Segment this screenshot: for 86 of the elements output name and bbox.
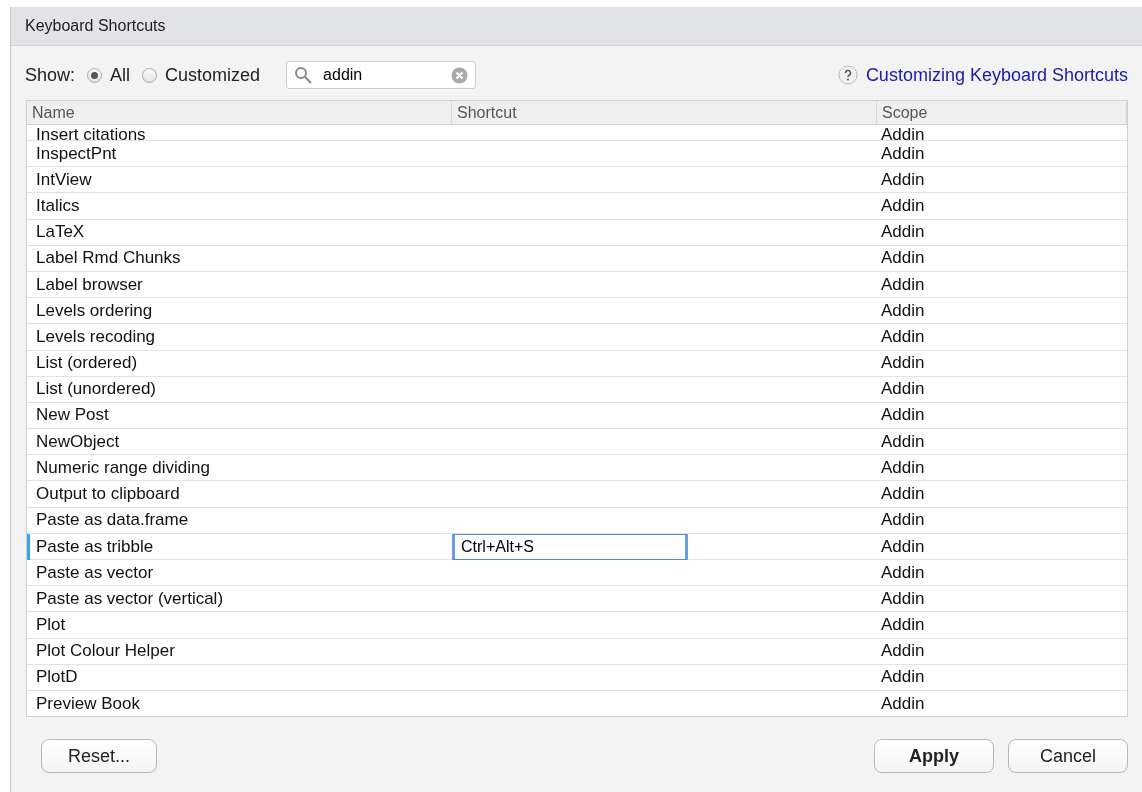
table-cell-text: Plot bbox=[35, 614, 67, 635]
table-cell-text: Addin bbox=[880, 693, 926, 714]
table-cell-text: Label browser bbox=[35, 274, 144, 295]
table-cell-text: Addin bbox=[880, 536, 926, 557]
table-cell-text: Output to clipboard bbox=[35, 484, 181, 505]
table-cell-text: Paste as vector bbox=[35, 562, 155, 583]
table-cell-text: Addin bbox=[880, 125, 926, 140]
table-cell-text: Paste as tribble bbox=[35, 536, 155, 557]
table-cell-text: Addin bbox=[880, 143, 926, 164]
table-cell-text: PlotD bbox=[35, 667, 79, 688]
table-row[interactable]: List (ordered) Addin bbox=[27, 350, 1127, 377]
table-cell-text: InspectPnt bbox=[35, 143, 118, 164]
table-cell-text: Label Rmd Chunks bbox=[35, 248, 182, 269]
help-link[interactable]: Customizing Keyboard Shortcuts bbox=[865, 64, 1128, 86]
table-cell-text: Addin bbox=[880, 614, 926, 635]
table-row[interactable]: Plot Addin bbox=[27, 612, 1127, 639]
table-cell-text: LaTeX bbox=[35, 222, 86, 243]
table-row[interactable]: Preview Book Addin bbox=[27, 690, 1127, 716]
table-row[interactable]: Levels recoding Addin bbox=[27, 324, 1127, 351]
column-header[interactable]: Scope bbox=[877, 101, 1127, 124]
table-cell-text: Addin bbox=[880, 300, 926, 321]
table-cell-text: Addin bbox=[880, 169, 926, 190]
radio-label[interactable]: All bbox=[110, 64, 131, 86]
help-icon[interactable] bbox=[837, 65, 858, 85]
table-row[interactable]: Numeric range dividing Addin bbox=[27, 455, 1127, 482]
search-icon bbox=[294, 66, 313, 84]
table-cell-text: Addin bbox=[880, 667, 926, 688]
table-cell-text: New Post bbox=[35, 405, 110, 426]
table-row[interactable]: PlotD Addin bbox=[27, 664, 1127, 691]
table-cell-text: Addin bbox=[880, 274, 926, 295]
table-row[interactable]: Levels ordering Addin bbox=[27, 298, 1127, 325]
apply-button[interactable]: Apply bbox=[874, 739, 994, 773]
table-cell-text: Addin bbox=[880, 457, 926, 478]
table-row[interactable]: Label browser Addin bbox=[27, 271, 1127, 299]
column-header[interactable]: Shortcut bbox=[452, 101, 877, 124]
table-cell-text: Plot Colour Helper bbox=[35, 641, 176, 662]
table-cell-text: Addin bbox=[880, 353, 926, 374]
table-cell-text: NewObject bbox=[35, 431, 121, 452]
search-field[interactable]: addin bbox=[286, 61, 477, 89]
table-cell-text: Levels recoding bbox=[35, 326, 157, 347]
table-cell-text: List (unordered) bbox=[35, 379, 157, 400]
column-header[interactable]: Name bbox=[27, 101, 452, 124]
table-cell-text: List (ordered) bbox=[35, 353, 139, 374]
table-cell-text: Levels ordering bbox=[35, 300, 154, 321]
table-cell-text: Insert citations bbox=[35, 125, 147, 140]
table-cell-text: Addin bbox=[880, 222, 926, 243]
table-cell-text: IntView bbox=[35, 169, 93, 190]
table-row[interactable]: Paste as tribble Ctrl+Alt+S Addin bbox=[27, 533, 1127, 560]
shortcut-field[interactable]: Ctrl+Alt+S bbox=[452, 533, 688, 560]
radio-button[interactable] bbox=[142, 67, 158, 83]
table-cell-text: Addin bbox=[880, 248, 926, 269]
table-row[interactable]: IntView Addin bbox=[27, 167, 1127, 194]
cancel-button[interactable]: Cancel bbox=[1008, 739, 1128, 773]
table-cell-text: Italics bbox=[35, 195, 81, 216]
table-cell-text: Addin bbox=[880, 379, 926, 400]
table-row[interactable]: Paste as vector (vertical) Addin bbox=[27, 586, 1127, 613]
table-row[interactable]: Plot Colour Helper Addin bbox=[27, 638, 1127, 665]
table-cell-text: Addin bbox=[880, 484, 926, 505]
table-cell-text: Paste as vector (vertical) bbox=[35, 588, 225, 609]
table-cell-text: Addin bbox=[880, 641, 926, 662]
table-row[interactable]: New Post Addin bbox=[27, 402, 1127, 430]
table-row[interactable]: LaTeX Addin bbox=[27, 219, 1127, 246]
table-row[interactable]: Output to clipboard Addin bbox=[27, 481, 1127, 508]
table-row[interactable]: List (unordered) Addin bbox=[27, 376, 1127, 403]
table-cell-text: Addin bbox=[880, 431, 926, 452]
table-row[interactable]: Insert citations Addin bbox=[27, 125, 1127, 141]
radio-button[interactable] bbox=[87, 67, 103, 83]
table-cell-text: Addin bbox=[880, 510, 926, 531]
table-cell-text: Addin bbox=[880, 195, 926, 216]
table-cell-text: Addin bbox=[880, 562, 926, 583]
table-cell-text: Numeric range dividing bbox=[35, 457, 211, 478]
table-cell-text: Addin bbox=[880, 588, 926, 609]
table-row[interactable]: NewObject Addin bbox=[27, 429, 1127, 456]
table-cell-text: Paste as data.frame bbox=[35, 510, 190, 531]
show-label: Show: bbox=[25, 64, 76, 86]
window-title: Keyboard Shortcuts bbox=[11, 7, 1142, 46]
table-cell-text: Addin bbox=[880, 405, 926, 426]
table-row[interactable]: InspectPnt Addin bbox=[27, 141, 1127, 168]
radio-label[interactable]: Customized bbox=[165, 64, 261, 86]
reset-button[interactable]: Reset... bbox=[41, 739, 158, 773]
table-row[interactable]: Paste as vector Addin bbox=[27, 560, 1127, 587]
table-row[interactable]: Label Rmd Chunks Addin bbox=[27, 245, 1127, 272]
table-row[interactable]: Paste as data.frame Addin bbox=[27, 507, 1127, 534]
table-row[interactable]: Italics Addin bbox=[27, 193, 1127, 220]
table-cell-text: Addin bbox=[880, 326, 926, 347]
table-cell-text: Preview Book bbox=[35, 693, 141, 714]
